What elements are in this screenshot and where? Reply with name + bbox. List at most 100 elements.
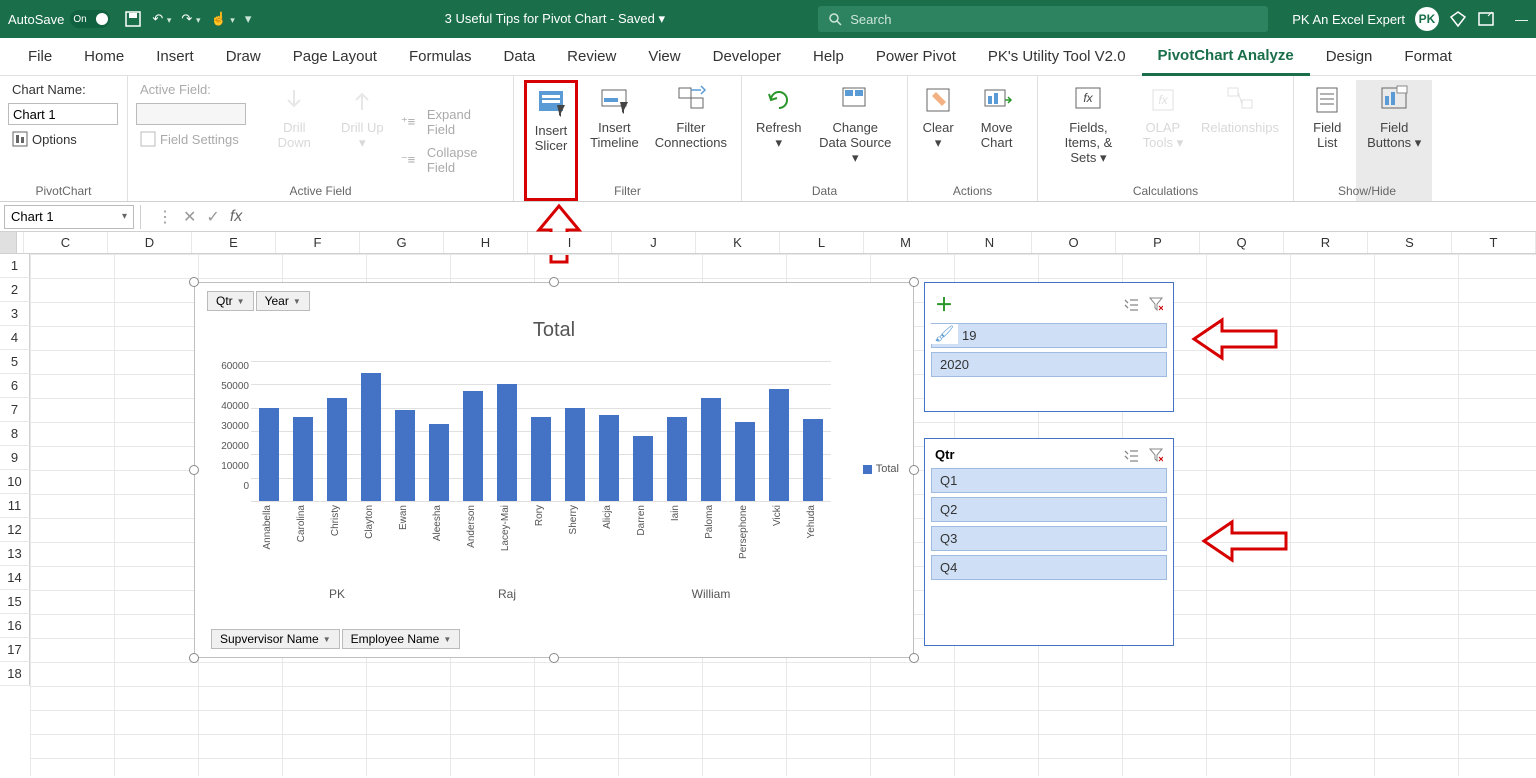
tab-pivotchart-analyze[interactable]: PivotChart Analyze bbox=[1142, 38, 1310, 76]
formula-input[interactable] bbox=[250, 205, 1536, 229]
bar[interactable] bbox=[667, 417, 687, 501]
cancel-formula-icon[interactable]: ✕ bbox=[183, 207, 196, 227]
legend[interactable]: Total bbox=[863, 463, 899, 475]
chart-name-input[interactable] bbox=[8, 103, 118, 125]
clear-filter-icon[interactable] bbox=[1149, 448, 1163, 462]
tab-format[interactable]: Format bbox=[1388, 38, 1468, 76]
slicer-item[interactable]: Q4 bbox=[931, 555, 1167, 580]
bar[interactable] bbox=[769, 389, 789, 501]
options-button[interactable]: Options bbox=[8, 129, 119, 149]
bar[interactable] bbox=[429, 424, 449, 501]
column-header[interactable]: K bbox=[696, 232, 780, 253]
bar[interactable] bbox=[361, 373, 381, 501]
column-header[interactable]: C bbox=[24, 232, 108, 253]
tab-review[interactable]: Review bbox=[551, 38, 632, 76]
row-header[interactable]: 1 bbox=[0, 254, 30, 278]
column-header[interactable]: N bbox=[948, 232, 1032, 253]
tab-formulas[interactable]: Formulas bbox=[393, 38, 488, 76]
chart-field-button[interactable]: Year▼ bbox=[256, 291, 310, 311]
chart-title[interactable]: Total bbox=[195, 319, 913, 342]
slicer-item[interactable]: Q3 bbox=[931, 526, 1167, 551]
fields-items-sets-button[interactable]: fx Fields, Items, & Sets ▾ bbox=[1046, 80, 1131, 201]
row-header[interactable]: 12 bbox=[0, 518, 30, 542]
row-header[interactable]: 13 bbox=[0, 542, 30, 566]
column-header[interactable]: O bbox=[1032, 232, 1116, 253]
column-header[interactable]: G bbox=[360, 232, 444, 253]
row-header[interactable]: 18 bbox=[0, 662, 30, 686]
tab-file[interactable]: File bbox=[12, 38, 68, 76]
resize-handle[interactable] bbox=[909, 277, 919, 287]
resize-handle[interactable] bbox=[189, 653, 199, 663]
column-header[interactable]: F bbox=[276, 232, 360, 253]
slicer-item[interactable]: 🖌 19 bbox=[931, 323, 1167, 348]
bar[interactable] bbox=[633, 436, 653, 501]
resize-handle[interactable] bbox=[909, 653, 919, 663]
insert-slicer-button[interactable]: Insert Slicer bbox=[524, 80, 578, 201]
row-header[interactable]: 5 bbox=[0, 350, 30, 374]
ribbon-display-icon[interactable] bbox=[1477, 10, 1495, 28]
column-header[interactable]: I bbox=[528, 232, 612, 253]
row-header[interactable]: 10 bbox=[0, 470, 30, 494]
move-chart-button[interactable]: Move Chart bbox=[964, 80, 1029, 201]
enter-formula-icon[interactable]: ✓ bbox=[206, 207, 219, 227]
resize-handle[interactable] bbox=[909, 465, 919, 475]
autosave-toggle[interactable]: AutoSave On bbox=[8, 10, 110, 28]
column-header[interactable]: Q bbox=[1200, 232, 1284, 253]
bar[interactable] bbox=[599, 415, 619, 501]
chart-element-plus-icon[interactable]: ＋ bbox=[935, 291, 953, 317]
bar[interactable] bbox=[803, 419, 823, 501]
row-header[interactable]: 8 bbox=[0, 422, 30, 446]
touch-mode-icon[interactable]: ☝ ▾ bbox=[210, 11, 234, 27]
slicer-item[interactable]: 2020 bbox=[931, 352, 1167, 377]
filter-connections-button[interactable]: Filter Connections bbox=[649, 80, 733, 201]
tab-insert[interactable]: Insert bbox=[140, 38, 210, 76]
document-title[interactable]: 3 Useful Tips for Pivot Chart - Saved ▾ bbox=[291, 11, 818, 27]
bar[interactable] bbox=[735, 422, 755, 501]
plot-area[interactable] bbox=[251, 361, 831, 501]
slicer-item[interactable]: Q1 bbox=[931, 468, 1167, 493]
column-header[interactable]: L bbox=[780, 232, 864, 253]
bar[interactable] bbox=[327, 398, 347, 501]
bar[interactable] bbox=[497, 384, 517, 501]
chart-field-button[interactable]: Qtr▼ bbox=[207, 291, 254, 311]
column-header[interactable]: R bbox=[1284, 232, 1368, 253]
column-header[interactable]: T bbox=[1452, 232, 1536, 253]
bar[interactable] bbox=[463, 391, 483, 501]
bar[interactable] bbox=[701, 398, 721, 501]
slicer-qtr[interactable]: Qtr Q1Q2Q3Q4 bbox=[924, 438, 1174, 646]
column-header[interactable]: J bbox=[612, 232, 696, 253]
tab-draw[interactable]: Draw bbox=[210, 38, 277, 76]
pivot-chart[interactable]: Qtr▼Year▼ Total 600005000040000300002000… bbox=[194, 282, 914, 658]
column-header[interactable]: E bbox=[192, 232, 276, 253]
resize-handle[interactable] bbox=[549, 653, 559, 663]
formula-more-icon[interactable]: ⋮ bbox=[157, 207, 173, 227]
insert-timeline-button[interactable]: Insert Timeline bbox=[584, 80, 645, 201]
slicer-item[interactable]: Q2 bbox=[931, 497, 1167, 522]
chart-style-brush-icon[interactable]: 🖌 bbox=[930, 324, 958, 344]
field-buttons-button[interactable]: Field Buttons ▾ bbox=[1356, 80, 1432, 201]
tab-developer[interactable]: Developer bbox=[697, 38, 797, 76]
save-icon[interactable] bbox=[124, 10, 142, 28]
tab-home[interactable]: Home bbox=[68, 38, 140, 76]
tab-pk-s-utility-tool-v2-0[interactable]: PK's Utility Tool V2.0 bbox=[972, 38, 1142, 76]
bar[interactable] bbox=[259, 408, 279, 501]
change-data-source-button[interactable]: Change Data Source ▾ bbox=[812, 80, 899, 201]
row-header[interactable]: 7 bbox=[0, 398, 30, 422]
row-header[interactable]: 11 bbox=[0, 494, 30, 518]
bar[interactable] bbox=[565, 408, 585, 501]
name-box[interactable]: Chart 1▾ bbox=[4, 205, 134, 229]
clear-filter-icon[interactable] bbox=[1149, 297, 1163, 311]
row-header[interactable]: 16 bbox=[0, 614, 30, 638]
column-header[interactable]: S bbox=[1368, 232, 1452, 253]
tab-data[interactable]: Data bbox=[487, 38, 551, 76]
qat-customize[interactable]: ▾ bbox=[245, 11, 252, 27]
row-header[interactable]: 3 bbox=[0, 302, 30, 326]
row-header[interactable]: 15 bbox=[0, 590, 30, 614]
tab-power-pivot[interactable]: Power Pivot bbox=[860, 38, 972, 76]
chart-field-button[interactable]: Supvervisor Name▼ bbox=[211, 629, 340, 649]
row-header[interactable]: 9 bbox=[0, 446, 30, 470]
diamond-icon[interactable] bbox=[1449, 10, 1467, 28]
field-list-button[interactable]: Field List bbox=[1302, 80, 1352, 201]
resize-handle[interactable] bbox=[189, 465, 199, 475]
resize-handle[interactable] bbox=[189, 277, 199, 287]
